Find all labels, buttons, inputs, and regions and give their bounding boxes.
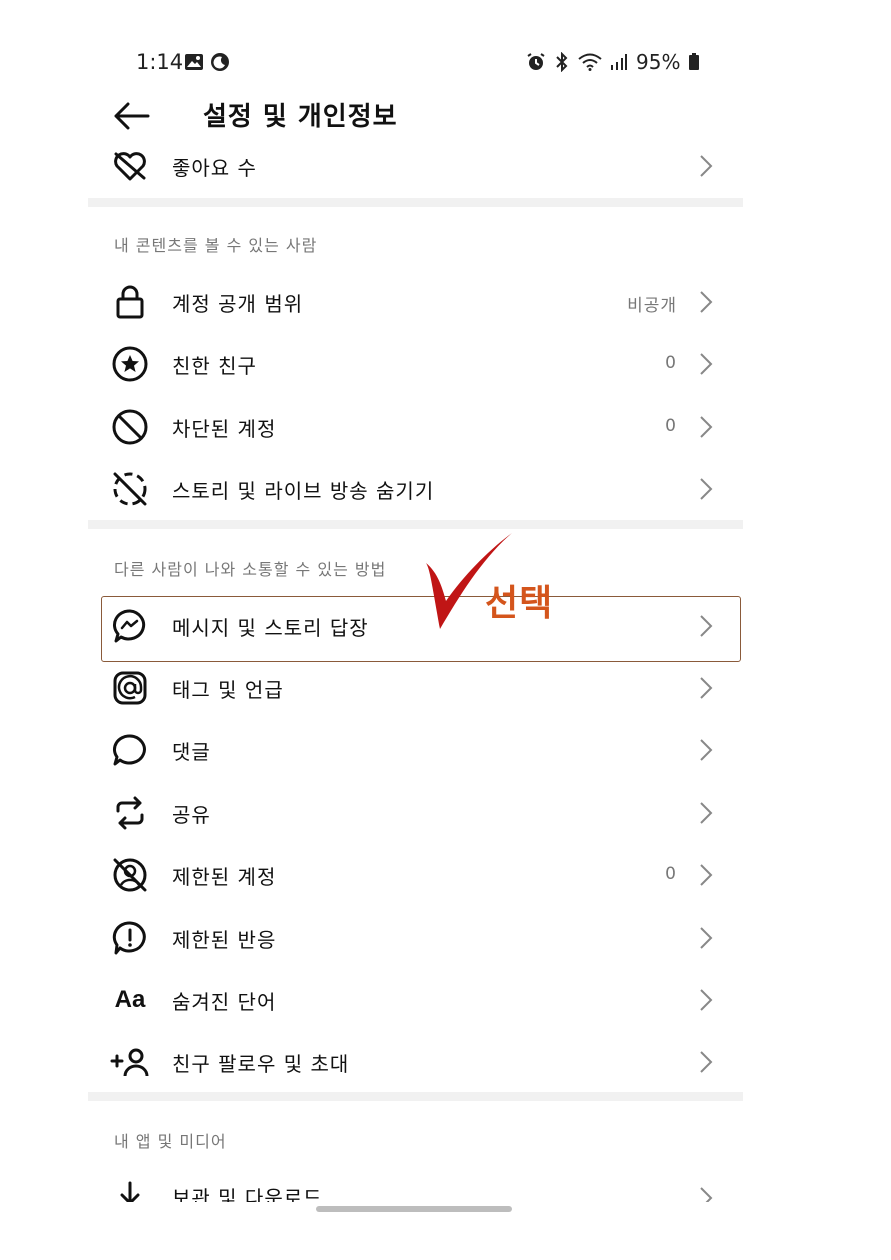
chevron-right-icon — [700, 353, 713, 375]
chevron-right-icon — [700, 291, 713, 313]
arrow-left-icon — [114, 102, 150, 130]
page-title: 설정 및 개인정보 — [203, 102, 398, 132]
sharing-item[interactable]: 공유 — [100, 781, 743, 843]
sharing-label: 공유 — [172, 803, 211, 827]
chevron-right-icon — [700, 989, 713, 1011]
chevron-right-icon — [700, 1187, 713, 1202]
comments-item[interactable]: 댓글 — [100, 718, 743, 780]
archive-download-item[interactable]: 보관 및 다운로드 — [100, 1176, 743, 1202]
tags-mentions-label: 태그 및 언급 — [172, 678, 284, 702]
heart-off-icon — [110, 148, 150, 184]
close-friends-count: 0 — [665, 353, 677, 373]
chevron-right-icon — [700, 478, 713, 500]
blocked-accounts-count: 0 — [665, 416, 677, 436]
follow-invite-friends-label: 친구 팔로우 및 초대 — [172, 1052, 350, 1076]
navigation-handle[interactable] — [316, 1206, 512, 1212]
restricted-accounts-count: 0 — [665, 864, 677, 884]
blocked-accounts-item[interactable]: 차단된 계정 0 — [100, 395, 743, 457]
blocked-accounts-label: 차단된 계정 — [172, 417, 277, 441]
add-person-icon — [110, 1044, 150, 1080]
close-friends-item[interactable]: 친한 친구 0 — [100, 332, 743, 394]
battery-percent: 95% — [636, 50, 681, 74]
chevron-right-icon — [700, 615, 713, 637]
chevron-right-icon — [700, 416, 713, 438]
text-aa-icon: Aa — [114, 986, 146, 1013]
likes-count-item[interactable]: 좋아요 수 — [100, 134, 743, 196]
chevron-right-icon — [700, 739, 713, 761]
follow-invite-friends-item[interactable]: 친구 팔로우 및 초대 — [100, 1030, 743, 1092]
status-time: 1:14 — [136, 50, 184, 74]
chevron-right-icon — [700, 864, 713, 886]
messages-story-replies-label: 메시지 및 스토리 답장 — [172, 616, 369, 640]
back-button[interactable] — [110, 98, 154, 134]
chevron-right-icon — [700, 927, 713, 949]
wifi-icon — [578, 53, 602, 71]
restricted-icon — [110, 857, 150, 893]
limited-interactions-label: 제한된 반응 — [172, 928, 277, 952]
hide-story-live-item[interactable]: 스토리 및 라이브 방송 숨기기 — [100, 457, 743, 519]
archive-download-label: 보관 및 다운로드 — [172, 1186, 323, 1202]
section-title-content-visibility: 내 콘텐츠를 볼 수 있는 사람 — [114, 236, 318, 255]
battery-icon — [688, 53, 700, 71]
status-bar: 1:14 95% — [0, 0, 891, 100]
restricted-accounts-label: 제한된 계정 — [172, 865, 277, 889]
bluetooth-icon — [554, 52, 570, 72]
hide-story-icon — [110, 471, 150, 507]
hidden-words-label: 숨겨진 단어 — [172, 990, 277, 1014]
chevron-right-icon — [700, 1051, 713, 1073]
download-icon — [110, 1180, 150, 1202]
alarm-icon — [526, 52, 546, 72]
gallery-icon — [184, 52, 204, 72]
share-icon — [110, 795, 150, 831]
block-icon — [110, 409, 150, 445]
signal-icon — [610, 53, 628, 71]
account-privacy-label: 계정 공개 범위 — [172, 292, 304, 316]
likes-count-label: 좋아요 수 — [172, 156, 257, 180]
at-icon — [110, 670, 150, 706]
account-privacy-item[interactable]: 계정 공개 범위 비공개 — [100, 270, 743, 332]
annotation-label: 선택 — [485, 583, 554, 624]
account-privacy-value: 비공개 — [627, 296, 677, 316]
section-title-interactions: 다른 사람이 나와 소통할 수 있는 방법 — [114, 560, 387, 579]
chevron-right-icon — [700, 155, 713, 177]
section-divider — [88, 520, 743, 529]
lock-icon — [110, 284, 150, 320]
section-divider — [88, 1092, 743, 1101]
chevron-right-icon — [700, 677, 713, 699]
moon-icon — [210, 52, 230, 72]
section-title-apps-media: 내 앱 및 미디어 — [114, 1132, 227, 1151]
messenger-icon — [110, 608, 150, 644]
comment-icon — [110, 732, 150, 768]
hidden-words-item[interactable]: Aa 숨겨진 단어 — [100, 968, 743, 1030]
star-circle-icon — [110, 346, 150, 382]
hide-story-live-label: 스토리 및 라이브 방송 숨기기 — [172, 479, 435, 503]
restricted-accounts-item[interactable]: 제한된 계정 0 — [100, 843, 743, 905]
tags-mentions-item[interactable]: 태그 및 언급 — [100, 656, 743, 718]
comments-label: 댓글 — [172, 740, 211, 764]
chevron-right-icon — [700, 802, 713, 824]
alert-circle-icon — [110, 920, 150, 956]
close-friends-label: 친한 친구 — [172, 354, 257, 378]
limited-interactions-item[interactable]: 제한된 반응 — [100, 906, 743, 968]
section-divider — [88, 198, 743, 207]
